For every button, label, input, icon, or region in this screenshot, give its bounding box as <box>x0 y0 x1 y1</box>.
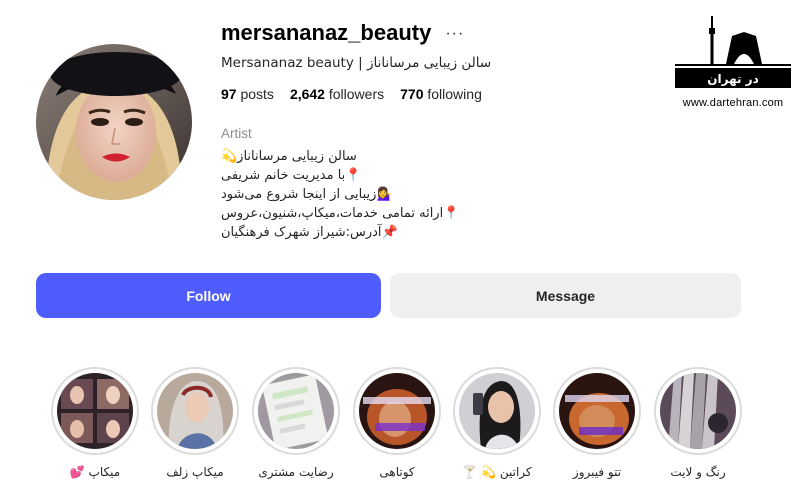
highlight-ring <box>654 367 742 455</box>
highlight-cover <box>559 373 635 449</box>
username: mersananaz_beauty <box>221 20 432 45</box>
highlight-label: کوتاهی <box>379 465 415 479</box>
following-count: 770 <box>400 86 424 102</box>
profile-header: mersananaz_beauty ··· Mersananaz beauty … <box>221 18 551 102</box>
followers-label: followers <box>328 86 385 102</box>
highlight-label: رنگ و لایت <box>670 465 726 479</box>
profile-stats: 97 posts 2,642 followers 770 following <box>221 86 551 102</box>
highlight-label: کراتین 💫 🍸 <box>462 465 532 479</box>
highlight-ring <box>553 367 641 455</box>
logo-text: در تهران <box>707 72 759 86</box>
highlight-item[interactable]: رنگ و لایت <box>653 367 743 479</box>
profile-avatar[interactable] <box>36 44 192 200</box>
highlight-item[interactable]: میکاپ 💕 <box>50 367 140 479</box>
highlight-item[interactable]: میکاپ زلف <box>150 367 240 479</box>
highlight-label: تتو فیبروز <box>572 465 622 479</box>
profile-bio: Artist سالن زیبایی مرساناناز💫 📍با مدیریت… <box>221 126 551 242</box>
highlight-label: میکاپ زلف <box>166 465 224 479</box>
highlight-cover <box>459 373 535 449</box>
highlight-cover <box>660 373 736 449</box>
bio-line: 💁‍♀️زیبایی از اینجا شروع می‌شود <box>221 187 393 202</box>
following-label: following <box>427 86 482 102</box>
profile-category: Artist <box>221 126 252 141</box>
followers-count: 2,642 <box>289 86 325 102</box>
highlight-cover <box>57 373 133 449</box>
posts-label: posts <box>240 86 274 102</box>
highlight-ring <box>252 367 340 455</box>
followers-stat[interactable]: 2,642 followers <box>290 86 384 102</box>
bio-line: 📍با مدیریت خانم شریفی <box>221 168 362 183</box>
more-options-icon[interactable]: ··· <box>445 24 464 42</box>
highlight-label: رضایت مشتری <box>258 465 334 479</box>
bio-line: 📌آدرس:شیراز شهرک فرهنگیان <box>221 225 398 240</box>
message-button[interactable]: Message <box>390 273 741 318</box>
bio-line: سالن زیبایی مرساناناز💫 <box>221 149 357 164</box>
highlight-ring <box>51 367 139 455</box>
posts-count: 97 <box>221 86 237 102</box>
highlight-item[interactable]: کراتین 💫 🍸 <box>452 367 542 479</box>
posts-stat[interactable]: 97 posts <box>221 86 274 102</box>
follow-button[interactable]: Follow <box>36 273 381 318</box>
story-highlights: رنگ و لایت تتو فیبروز کراتین 💫 🍸 کوتاهی … <box>0 367 800 487</box>
highlight-cover <box>359 373 435 449</box>
highlight-cover <box>258 373 334 449</box>
highlight-label: میکاپ 💕 <box>69 465 121 479</box>
following-stat[interactable]: 770 following <box>400 86 482 102</box>
bio-line: 📍ارائه تمامی خدمات،میکاپ،شنیون،عروس <box>221 206 460 221</box>
highlight-ring <box>353 367 441 455</box>
highlight-cover <box>157 373 233 449</box>
highlight-ring <box>453 367 541 455</box>
tehran-skyline-icon: در تهران <box>675 16 791 88</box>
highlight-item[interactable]: تتو فیبروز <box>552 367 642 479</box>
full-name: Mersananaz beauty | سالن زیبایی مرسانانا… <box>221 55 492 71</box>
username-row: mersananaz_beauty ··· <box>221 18 551 48</box>
highlight-item[interactable]: رضایت مشتری <box>251 367 341 479</box>
highlight-ring <box>151 367 239 455</box>
highlight-item[interactable]: کوتاهی <box>352 367 442 479</box>
watermark-url: www.dartehran.com <box>682 97 784 109</box>
